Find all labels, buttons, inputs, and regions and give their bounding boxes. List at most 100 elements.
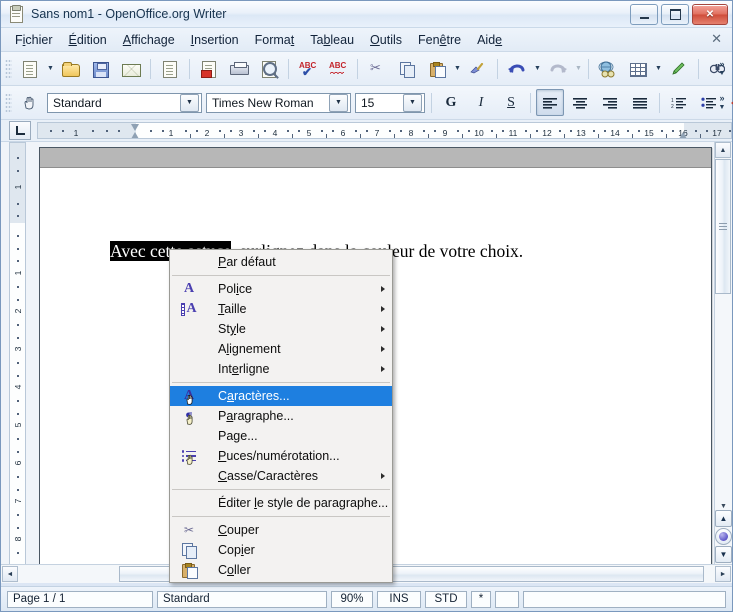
- toolbar-grip[interactable]: [5, 58, 12, 79]
- print-preview-button[interactable]: [255, 55, 283, 82]
- close-document-icon[interactable]: ✕: [711, 31, 722, 47]
- vertical-ruler[interactable]: 1 1 2 3 4 5 6 7 8: [9, 142, 26, 565]
- ctx-puces-numerotation[interactable]: Puces/numérotation...: [170, 446, 392, 466]
- undo-dropdown-icon[interactable]: ▼: [532, 56, 543, 81]
- cut-button[interactable]: ✂: [363, 55, 391, 82]
- print-button[interactable]: [225, 55, 253, 82]
- status-info[interactable]: [523, 590, 726, 608]
- font-size-combo[interactable]: 15 ▼: [355, 92, 425, 113]
- align-center-button[interactable]: [566, 89, 594, 116]
- ctx-style[interactable]: Style: [170, 319, 392, 339]
- edit-file-button[interactable]: [156, 55, 184, 82]
- minimize-button[interactable]: [630, 4, 658, 25]
- redo-button[interactable]: [544, 55, 572, 82]
- menu-outils[interactable]: Outils: [362, 30, 410, 50]
- paste-button[interactable]: [423, 55, 451, 82]
- scroll-right-button[interactable]: ►: [715, 566, 731, 582]
- insert-table-dropdown-icon[interactable]: ▼: [653, 56, 664, 81]
- ctx-interligne[interactable]: Interligne: [170, 359, 392, 379]
- toolbar-separator: [659, 92, 660, 113]
- right-indent-marker[interactable]: [679, 124, 688, 138]
- previous-page-button[interactable]: ▲: [715, 510, 732, 527]
- ctx-copier[interactable]: Copier: [170, 540, 392, 560]
- ctx-taille[interactable]: A Taille: [170, 299, 392, 319]
- status-page[interactable]: Page 1 / 1: [7, 590, 153, 608]
- bold-button[interactable]: G: [437, 89, 465, 116]
- chevron-down-icon[interactable]: ▼: [180, 93, 199, 112]
- ctx-default[interactable]: Par défaut: [170, 252, 392, 272]
- email-button[interactable]: [117, 55, 145, 82]
- scroll-up-button[interactable]: ▲: [715, 142, 731, 158]
- menu-fenetre[interactable]: Fenêtre: [410, 30, 469, 50]
- scroll-left-button[interactable]: ◄: [2, 566, 18, 582]
- undo-button[interactable]: [503, 55, 531, 82]
- copy-button[interactable]: [393, 55, 421, 82]
- status-page-style[interactable]: Standard: [157, 590, 327, 608]
- close-button[interactable]: ✕: [692, 4, 728, 25]
- new-document-button[interactable]: [16, 55, 44, 82]
- ctx-caracteres[interactable]: A Caractères...: [170, 386, 392, 406]
- menu-tableau[interactable]: Tableau: [302, 30, 362, 50]
- spelling-button[interactable]: ABC ✔: [294, 55, 322, 82]
- ctx-casse-caracteres-label: Casse/Caractères: [218, 469, 319, 483]
- vertical-scrollbar[interactable]: ▲ ▼ ▲ ▼: [714, 142, 732, 564]
- toolbar-grip[interactable]: [5, 92, 12, 113]
- formatting-toolbar-overflow[interactable]: » ▼: [714, 86, 730, 119]
- status-zoom[interactable]: 90%: [331, 590, 373, 608]
- menu-aide[interactable]: Aide: [469, 30, 510, 50]
- ctx-paragraphe[interactable]: ¶ Paragraphe...: [170, 406, 392, 426]
- chevron-down-icon[interactable]: ▼: [403, 93, 422, 112]
- maximize-button[interactable]: [661, 4, 689, 25]
- align-left-button[interactable]: [536, 89, 564, 116]
- context-menu[interactable]: Par défaut A Police A Taille Style Align…: [169, 249, 393, 583]
- ruler-tick: 12: [542, 128, 552, 138]
- vertical-scroll-thumb[interactable]: [715, 159, 731, 294]
- underline-button[interactable]: S: [497, 89, 525, 116]
- status-insert-mode[interactable]: INS: [377, 590, 421, 608]
- navigation-globe-button[interactable]: [715, 528, 732, 545]
- font-name-combo[interactable]: Times New Roman ▼: [206, 92, 351, 113]
- export-pdf-button[interactable]: [195, 55, 223, 82]
- left-indent-marker[interactable]: [131, 124, 140, 138]
- clone-formatting-button[interactable]: [464, 55, 492, 82]
- next-page-button[interactable]: ▼: [715, 546, 732, 563]
- insert-table-button[interactable]: [624, 55, 652, 82]
- horizontal-ruler[interactable]: 1 1 2 3 4 5 6 7 8 9 10 11 12 13 14 15 16…: [37, 122, 732, 139]
- status-signature[interactable]: [495, 590, 519, 608]
- menu-format[interactable]: Format: [247, 30, 303, 50]
- menu-affichage[interactable]: Affichage: [115, 30, 183, 50]
- font-size-A-icon: A: [176, 299, 202, 319]
- hyperlink-button[interactable]: [594, 55, 622, 82]
- menu-fichier[interactable]: Fichier: [7, 30, 61, 50]
- save-button[interactable]: [87, 55, 115, 82]
- autospellcheck-button[interactable]: ABC: [324, 55, 352, 82]
- numbered-list-button[interactable]: 12: [665, 89, 693, 116]
- menu-insertion[interactable]: Insertion: [183, 30, 247, 50]
- align-justify-button[interactable]: [626, 89, 654, 116]
- ctx-police[interactable]: A Police: [170, 279, 392, 299]
- paragraph-style-value: Standard: [53, 95, 102, 110]
- paragraph-style-combo[interactable]: Standard ▼: [47, 92, 202, 113]
- align-right-button[interactable]: [596, 89, 624, 116]
- ctx-editer-style[interactable]: Éditer le style de paragraphe...: [170, 493, 392, 513]
- status-selection-mode[interactable]: STD: [425, 590, 467, 608]
- ctx-page[interactable]: Page...: [170, 426, 392, 446]
- left-tab-stop-icon[interactable]: [9, 121, 31, 140]
- toolbar-separator: [150, 58, 151, 79]
- menu-separator: [172, 489, 390, 490]
- ctx-alignement[interactable]: Alignement: [170, 339, 392, 359]
- open-button[interactable]: [57, 55, 85, 82]
- show-draw-functions-button[interactable]: [665, 55, 693, 82]
- ctx-coller[interactable]: Coller: [170, 560, 392, 580]
- new-document-dropdown-icon[interactable]: ▼: [45, 56, 56, 81]
- ctx-casse-caracteres[interactable]: Casse/Caractères: [170, 466, 392, 486]
- menu-edition[interactable]: Édition: [61, 30, 115, 50]
- italic-button[interactable]: I: [467, 89, 495, 116]
- pointer-hand-icon[interactable]: [16, 89, 44, 116]
- standard-toolbar-overflow[interactable]: » ▼: [714, 52, 730, 85]
- chevron-down-icon[interactable]: ▼: [329, 93, 348, 112]
- ctx-couper[interactable]: ✂ Couper: [170, 520, 392, 540]
- paste-dropdown-icon[interactable]: ▼: [452, 56, 463, 81]
- status-modified[interactable]: *: [471, 590, 491, 608]
- redo-dropdown-icon[interactable]: ▼: [573, 56, 584, 81]
